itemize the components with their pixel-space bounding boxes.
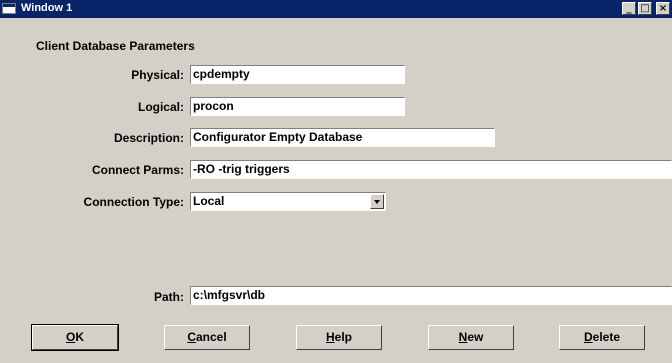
delete-button[interactable]: Delete [559,325,645,350]
logical-field[interactable]: procon [190,97,405,116]
logical-label: Logical [138,100,184,114]
help-button[interactable]: Help [296,325,382,350]
title-bar[interactable]: Window 1 _ □ × [0,0,672,18]
cancel-button[interactable]: Cancel [164,325,250,350]
connection-type-label: Connection Type [84,195,184,209]
connection-type-value: Local [193,194,225,208]
description-field[interactable]: Configurator Empty Database [190,128,495,147]
physical-label: Physical [131,68,184,82]
path-field[interactable]: c:\mfgsvr\db [190,286,672,305]
new-button[interactable]: New [428,325,514,350]
minimize-button[interactable]: _ [622,2,636,15]
connect-parms-label: Connect Parms [92,163,184,177]
window-icon [2,3,16,14]
window-title: Window 1 [21,2,73,14]
ok-button[interactable]: OK [31,324,119,351]
description-label: Description [114,131,184,145]
connect-parms-field[interactable]: -RO -trig triggers [190,160,672,179]
section-title: Client Database Parameters [36,39,195,53]
close-button[interactable]: × [656,2,670,15]
connection-type-select[interactable]: Local [190,192,386,211]
chevron-down-icon[interactable] [370,194,384,209]
path-label: Path [154,290,184,304]
maximize-button[interactable]: □ [638,2,652,15]
physical-field[interactable]: cpdempty [190,65,405,84]
